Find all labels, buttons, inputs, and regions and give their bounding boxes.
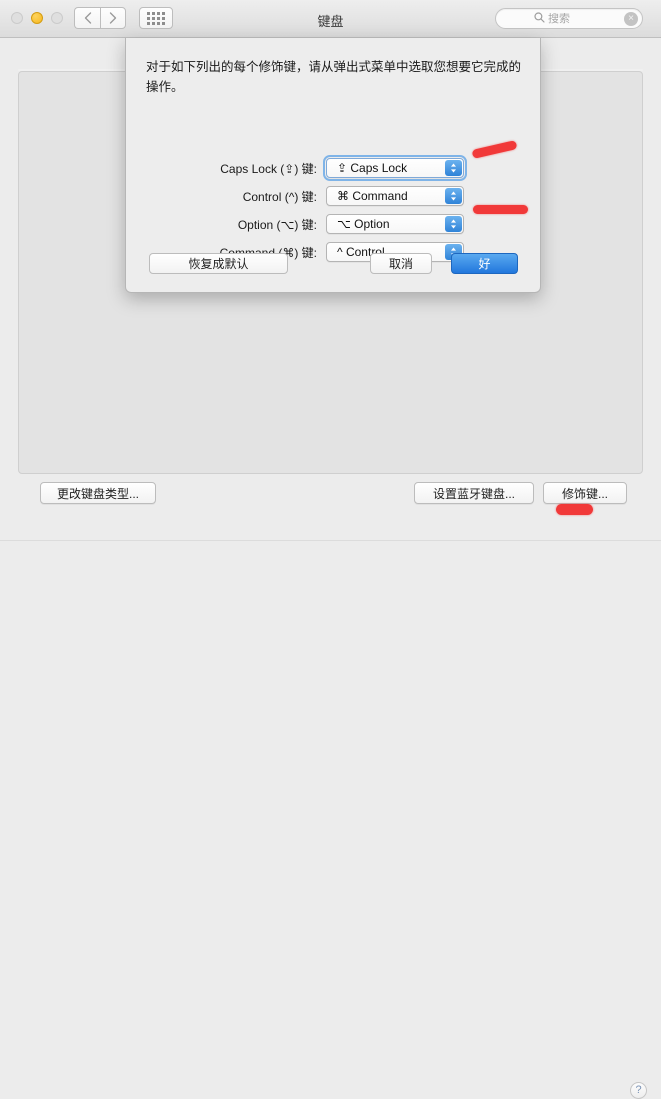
ok-button[interactable]: 好 [451, 253, 518, 274]
popup-button-control[interactable]: ⌘ Command [326, 186, 464, 206]
row-label-control: Control (^) 键: [242, 189, 317, 204]
popup-button-option[interactable]: ⌥ Option [326, 214, 464, 234]
modifier-keys-button[interactable]: 修饰键... [543, 482, 627, 504]
system-preferences-window: 键盘 × 更改键盘类型... 设置蓝牙键盘... 修饰键... ? 对于如下列出… [0, 0, 661, 1099]
sheet-instruction-text: 对于如下列出的每个修饰键，请从弹出式菜单中选取您想要它完成的操作。 [146, 60, 522, 94]
chevron-updown-icon [445, 216, 462, 232]
help-button[interactable]: ? [630, 1082, 647, 1099]
modifier-keys-sheet: 对于如下列出的每个修饰键，请从弹出式菜单中选取您想要它完成的操作。 Caps L… [125, 38, 541, 293]
chevron-updown-icon [445, 188, 462, 204]
popup-value-caps-lock: ⇪ Caps Lock [337, 161, 408, 175]
popup-value-option: ⌥ Option [337, 217, 390, 231]
search-clear-button[interactable]: × [624, 12, 638, 26]
modifier-row-option: Option (⌥) 键: ⌥ Option [126, 211, 542, 237]
setup-bluetooth-keyboard-button[interactable]: 设置蓝牙键盘... [414, 482, 534, 504]
search-input[interactable] [548, 12, 608, 25]
annotation-marker-command-row [473, 205, 528, 214]
restore-defaults-button[interactable]: 恢复成默认 [149, 253, 288, 274]
window-toolbar: 键盘 × [0, 0, 661, 38]
popup-button-caps-lock[interactable]: ⇪ Caps Lock [323, 155, 467, 181]
change-keyboard-type-button[interactable]: 更改键盘类型... [40, 482, 156, 504]
popup-value-control: ⌘ Command [337, 189, 408, 203]
row-label-option: Option (⌥) 键: [237, 217, 317, 232]
search-field[interactable]: × [495, 8, 643, 29]
chevron-updown-icon [445, 160, 462, 176]
search-icon [534, 11, 545, 26]
window-bottom-bar: ? [0, 540, 661, 1099]
annotation-marker-modifier-keys [556, 504, 593, 515]
row-label-caps-lock: Caps Lock (⇪) 键: [220, 161, 317, 176]
cancel-button[interactable]: 取消 [370, 253, 432, 274]
modifier-row-caps-lock: Caps Lock (⇪) 键: ⇪ Caps Lock [126, 155, 542, 181]
